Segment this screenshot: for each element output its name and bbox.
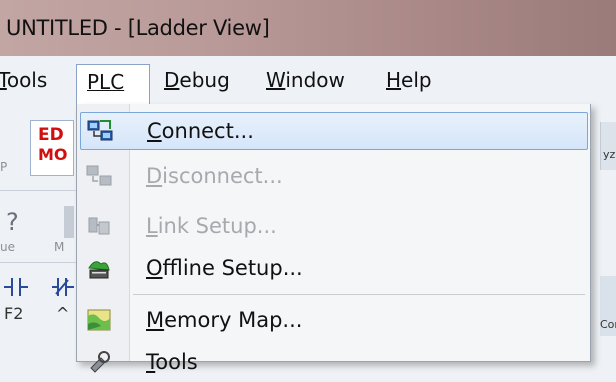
menu-item-link-setup-label: Link Setup... (146, 214, 277, 238)
ladder-contact-icon[interactable] (4, 276, 30, 298)
menu-window[interactable]: Window (266, 56, 345, 104)
edit-mode-line1: ED (38, 125, 64, 145)
menu-item-connect[interactable]: Connect... (80, 112, 588, 150)
edit-mode-line2: MO (38, 145, 68, 164)
menu-item-tools[interactable]: Tools (80, 344, 588, 382)
menu-item-disconnect[interactable]: Disconnect... (80, 158, 588, 196)
menu-tools-mnemonic: T (0, 68, 7, 92)
link-setup-icon (88, 217, 110, 235)
menu-help-mnemonic: H (386, 68, 402, 92)
menu-bar: Tools PLC Debug Window Help (0, 56, 616, 105)
title-bar: UNTITLED - [Ladder View] (0, 0, 616, 56)
menu-debug[interactable]: Debug (164, 56, 230, 104)
menu-item-link-setup[interactable]: Link Setup... (80, 208, 588, 246)
toolbar-partial-ue: ue (0, 240, 15, 254)
plc-dropdown-menu: Connect... Disconnect... Link Setup... O… (76, 104, 591, 374)
toolbar-partial-icon (64, 206, 74, 238)
menu-plc[interactable]: PLC (76, 64, 150, 104)
tools-icon (90, 351, 110, 373)
toolbar-f2-label: F2 (4, 304, 24, 323)
toolbar-right-partial-1: yz (603, 148, 616, 161)
menu-item-offline-setup[interactable]: Offline Setup... (80, 250, 588, 288)
disconnect-icon (86, 165, 112, 186)
menu-item-tools-label: Tools (146, 350, 198, 374)
toolbar-right-button-1[interactable]: yz (600, 122, 616, 170)
connect-icon (87, 120, 113, 141)
menu-tools-label: ools (6, 68, 48, 92)
menu-plc-label: PLC (87, 70, 125, 94)
menu-help[interactable]: Help (386, 56, 432, 104)
menu-window-mnemonic: W (266, 68, 286, 92)
help-query-icon[interactable]: ? (6, 208, 19, 236)
menu-item-memory-map-label: Memory Map... (146, 308, 303, 332)
toolbar-separator-2 (0, 262, 80, 263)
edit-mode-button[interactable]: ED MO (30, 120, 74, 176)
menu-tools[interactable]: Tools (0, 56, 47, 104)
toolbar-caret-label: ^ (56, 304, 70, 323)
toolbar-partial-m: M (54, 240, 65, 254)
menu-item-disconnect-label: Disconnect... (146, 164, 283, 188)
menu-debug-label: ebug (179, 68, 230, 92)
menu-debug-mnemonic: D (164, 68, 180, 92)
window-title: UNTITLED - [Ladder View] (6, 16, 270, 40)
memory-map-icon (87, 309, 111, 331)
menu-help-label: elp (401, 68, 432, 92)
menu-item-memory-map[interactable]: Memory Map... (80, 302, 588, 340)
menu-item-connect-label: Connect... (147, 119, 254, 143)
menu-separator (133, 294, 585, 295)
toolbar-right-button-2[interactable]: Cor (600, 276, 616, 336)
toolbar-right-partial-2: Cor (600, 318, 616, 331)
toolbar-partial-p: P (0, 160, 8, 174)
ladder-nc-contact-icon[interactable] (52, 276, 76, 298)
offline-setup-icon (88, 261, 110, 279)
toolbar-separator (0, 190, 80, 191)
menu-item-offline-setup-label: Offline Setup... (146, 256, 303, 280)
menu-window-label: indow (285, 68, 345, 92)
